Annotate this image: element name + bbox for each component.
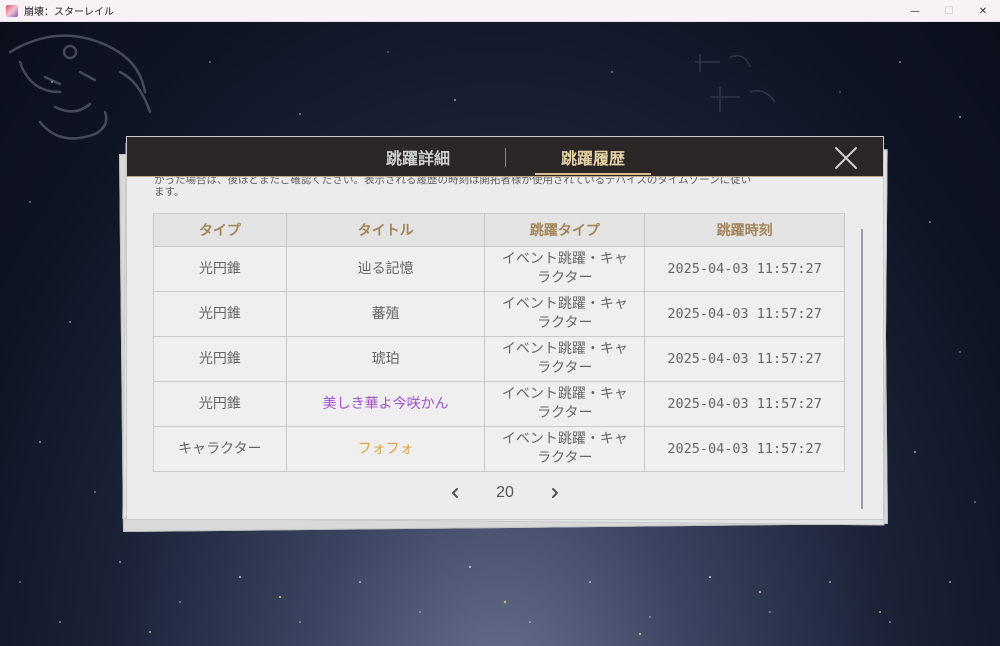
row-type: 光円錐 bbox=[153, 291, 287, 337]
table-row: 光円錐 美しき華よ今咲かん イベント跳躍・キャ ラクター 2025-04-03 1… bbox=[153, 381, 845, 427]
chevron-left-icon bbox=[452, 488, 458, 498]
column-header-warp-time: 跳躍時刻 bbox=[644, 213, 845, 247]
row-title: 美しき華よ今咲かん bbox=[285, 381, 486, 427]
notice-line-1: かった場合は、後ほどまたご確認ください。表示される履歴の時刻は開拓者様が使用され… bbox=[154, 177, 752, 186]
table-row: 光円錐 辿る記憶 イベント跳躍・キャ ラクター 2025-04-03 11:57:… bbox=[153, 246, 845, 292]
warp-type-line-1: イベント跳躍・キャ bbox=[501, 296, 628, 312]
active-tab-indicator bbox=[535, 173, 651, 175]
minimize-button[interactable]: — bbox=[898, 0, 932, 22]
page-number: 20 bbox=[496, 484, 514, 501]
row-warp-type: イベント跳躍・キャ ラクター bbox=[484, 426, 646, 472]
warp-type-line-2: ラクター bbox=[537, 270, 593, 286]
row-time: 2025-04-03 11:57:27 bbox=[644, 381, 845, 427]
warp-history-table: タイプ タイトル 跳躍タイプ 跳躍時刻 光円錐 辿る記憶 イベント跳躍・キャ ラク… bbox=[153, 213, 845, 472]
row-time: 2025-04-03 11:57:27 bbox=[644, 246, 845, 292]
doodle-text-decoration bbox=[695, 54, 776, 112]
window-controls: — ☐ ✕ bbox=[898, 0, 1000, 22]
prev-page-button[interactable] bbox=[445, 483, 465, 503]
row-warp-type: イベント跳躍・キャ ラクター bbox=[484, 246, 646, 292]
tab-warp-details[interactable]: 跳躍詳細 bbox=[363, 137, 473, 177]
warp-type-line-1: イベント跳躍・キャ bbox=[501, 341, 628, 357]
row-type: キャラクター bbox=[153, 426, 287, 472]
row-title: 蕃殖 bbox=[285, 291, 486, 337]
scrollbar[interactable] bbox=[861, 229, 863, 509]
table-header-row: タイプ タイトル 跳躍タイプ 跳躍時刻 bbox=[153, 213, 845, 247]
row-warp-type: イベント跳躍・キャ ラクター bbox=[484, 336, 646, 382]
row-type: 光円錐 bbox=[153, 336, 287, 382]
tab-divider bbox=[505, 148, 506, 167]
next-page-button[interactable] bbox=[545, 483, 565, 503]
table-row: 光円錐 蕃殖 イベント跳躍・キャ ラクター 2025-04-03 11:57:27 bbox=[153, 291, 845, 337]
warp-type-line-2: ラクター bbox=[537, 315, 593, 331]
column-header-type: タイプ bbox=[153, 213, 287, 247]
table-row: キャラクター フォフォ イベント跳躍・キャ ラクター 2025-04-03 11:… bbox=[153, 426, 845, 472]
window-close-button[interactable]: ✕ bbox=[966, 0, 1000, 22]
window-titlebar: 崩壊：スターレイル — ☐ ✕ bbox=[0, 0, 1000, 22]
warp-type-line-2: ラクター bbox=[537, 450, 593, 466]
app-icon bbox=[6, 4, 18, 17]
window-title: 崩壊：スターレイル bbox=[24, 7, 114, 18]
table-row: 光円錐 琥珀 イベント跳躍・キャ ラクター 2025-04-03 11:57:27 bbox=[153, 336, 845, 382]
warp-type-line-1: イベント跳躍・キャ bbox=[501, 386, 628, 402]
panel-header: 跳躍詳細 跳躍履歴 bbox=[127, 137, 883, 177]
column-header-title: タイトル bbox=[285, 213, 486, 247]
row-title: 辿る記憶 bbox=[285, 246, 486, 292]
notice-line-2: ます。 bbox=[154, 186, 185, 198]
chevron-right-icon bbox=[551, 488, 558, 498]
row-time: 2025-04-03 11:57:27 bbox=[644, 336, 845, 382]
history-notice-text: かった場合は、後ほどまたご確認ください。表示される履歴の時刻は開拓者様が使用され… bbox=[154, 177, 854, 207]
row-title: 琥珀 bbox=[285, 336, 486, 382]
column-header-warp-type: 跳躍タイプ bbox=[484, 213, 646, 247]
warp-type-line-1: イベント跳躍・キャ bbox=[501, 251, 628, 267]
pom-pom-doodle-decoration bbox=[8, 34, 152, 140]
row-warp-type: イベント跳躍・キャ ラクター bbox=[484, 291, 646, 337]
warp-type-line-1: イベント跳躍・キャ bbox=[501, 431, 628, 447]
tab-warp-history[interactable]: 跳躍履歴 bbox=[535, 137, 651, 177]
row-type: 光円錐 bbox=[153, 381, 287, 427]
maximize-button[interactable]: ☐ bbox=[932, 0, 966, 22]
warp-type-line-2: ラクター bbox=[537, 360, 593, 376]
row-type: 光円錐 bbox=[153, 246, 287, 292]
row-title: フォフォ bbox=[285, 426, 486, 472]
row-time: 2025-04-03 11:57:27 bbox=[644, 291, 845, 337]
row-time: 2025-04-03 11:57:27 bbox=[644, 426, 845, 472]
warp-type-line-2: ラクター bbox=[537, 405, 593, 421]
row-warp-type: イベント跳躍・キャ ラクター bbox=[484, 381, 646, 427]
close-icon[interactable] bbox=[833, 145, 859, 171]
pagination: 20 bbox=[445, 481, 565, 505]
warp-record-panel: 跳躍詳細 跳躍履歴 かった場合は、後ほどまたご確認ください。表示される履歴の時刻… bbox=[126, 136, 884, 520]
